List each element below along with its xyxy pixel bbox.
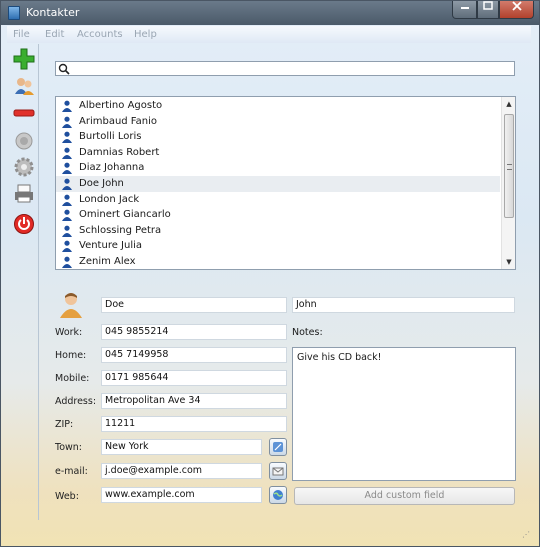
- last-name-field[interactable]: Doe: [101, 297, 287, 313]
- minimize-icon: [460, 7, 469, 9]
- person-icon: [61, 178, 73, 190]
- address-field[interactable]: Metropolitan Ave 34: [101, 393, 287, 409]
- globe-icon: [273, 490, 283, 500]
- person-icon: [61, 209, 73, 222]
- notes-field[interactable]: Give his CD back!: [292, 347, 516, 481]
- minimize-button[interactable]: [452, 1, 477, 19]
- contact-list-item[interactable]: Schlossing Petra: [56, 223, 500, 239]
- person-icon: [61, 194, 73, 206]
- add-custom-field-button[interactable]: Add custom field: [294, 487, 515, 505]
- person-icon: [61, 225, 73, 237]
- settings-button[interactable]: [13, 156, 35, 178]
- contact-list-item[interactable]: Albertino Agosto: [56, 98, 500, 114]
- scrollbar[interactable]: ▲ ▼: [501, 97, 515, 269]
- mobile-phone-field[interactable]: 0171 985644: [101, 370, 287, 386]
- contact-name: London Jack: [79, 193, 140, 205]
- envelope-icon: [272, 467, 284, 476]
- home-phone-field[interactable]: 045 7149958: [101, 347, 287, 363]
- work-phone-field[interactable]: 045 9855214: [101, 324, 287, 340]
- add-contact-icon: [13, 48, 35, 70]
- contact-avatar: [60, 293, 82, 318]
- person-icon: [61, 131, 73, 144]
- person-icon: [61, 240, 73, 253]
- contacts-button[interactable]: [13, 75, 35, 97]
- email-label: e-mail:: [55, 466, 88, 477]
- contact-name: Albertino Agosto: [79, 100, 163, 111]
- maximize-icon: [483, 1, 493, 10]
- contact-name: Damnias Robert: [79, 146, 160, 158]
- scroll-thumb[interactable]: [504, 114, 514, 218]
- menu-file[interactable]: File: [13, 29, 30, 40]
- town-field[interactable]: New York: [101, 439, 262, 455]
- print-button[interactable]: [13, 183, 35, 205]
- toolbar: [7, 44, 39, 520]
- menu-accounts[interactable]: Accounts: [77, 29, 123, 40]
- zip-field[interactable]: 11211: [101, 416, 287, 432]
- address-label: Address:: [55, 396, 97, 407]
- contact-list-item[interactable]: Ominert Giancarlo: [56, 207, 500, 223]
- person-icon: [61, 256, 73, 268]
- maximize-button[interactable]: [477, 1, 499, 19]
- contact-name: Arimbaud Fanio: [79, 115, 158, 127]
- map-icon: [273, 442, 283, 452]
- contact-name: Doe John: [79, 178, 124, 189]
- menu-edit[interactable]: Edit: [45, 29, 64, 40]
- close-button[interactable]: [499, 1, 534, 19]
- contact-list-item[interactable]: Burtolli Loris: [56, 129, 500, 145]
- add-contact-button[interactable]: [13, 48, 35, 70]
- contact-list-item[interactable]: Damnias Robert: [56, 145, 500, 161]
- notes-label: Notes:: [292, 327, 323, 338]
- contacts-window: Kontakter File Edit Accounts Help Albert…: [0, 0, 540, 547]
- web-field[interactable]: www.example.com: [101, 487, 262, 503]
- resize-grip[interactable]: ⋰: [522, 530, 534, 542]
- contact-list-item[interactable]: Arimbaud Fanio: [56, 114, 500, 130]
- scroll-down-button[interactable]: ▼: [502, 255, 515, 269]
- contact-name: Schlossing Petra: [79, 224, 162, 236]
- search-icon: [58, 63, 70, 75]
- contact-list-item[interactable]: London Jack: [56, 192, 500, 208]
- person-icon: [61, 100, 73, 112]
- contact-name: Diaz Johanna: [79, 162, 145, 174]
- title-bar[interactable]: Kontakter: [1, 1, 539, 25]
- contact-name: Venture Julia: [79, 240, 143, 252]
- work-label: Work:: [55, 327, 83, 338]
- first-name-field[interactable]: John: [292, 297, 515, 313]
- contact-list-item[interactable]: Doe John: [56, 176, 500, 192]
- settings-icon: [14, 157, 34, 177]
- app-icon: [8, 6, 20, 20]
- contacts-icon: [15, 78, 34, 95]
- menu-help[interactable]: Help: [134, 29, 157, 40]
- search-input[interactable]: [55, 61, 515, 76]
- open-website-button[interactable]: [269, 486, 287, 504]
- web-label: Web:: [55, 491, 79, 502]
- disabled-icon: [15, 132, 33, 150]
- contact-list[interactable]: Albertino Agosto Arimbaud Fanio Burtolli L…: [55, 96, 516, 270]
- contact-name: Zenim Alex: [79, 256, 136, 267]
- disabled-tool-button[interactable]: [13, 130, 35, 152]
- person-icon: [61, 162, 73, 175]
- scroll-up-button[interactable]: ▲: [502, 97, 515, 111]
- power-icon: [14, 214, 34, 234]
- mobile-label: Mobile:: [55, 373, 90, 384]
- person-icon: [61, 116, 73, 128]
- send-email-button[interactable]: [269, 462, 287, 480]
- map-button[interactable]: [269, 438, 287, 456]
- town-label: Town:: [55, 442, 82, 453]
- person-icon: [61, 147, 73, 159]
- remove-contact-icon: [13, 109, 35, 117]
- zip-label: ZIP:: [55, 419, 74, 430]
- contact-list-item[interactable]: Diaz Johanna: [56, 160, 500, 176]
- window-title: Kontakter: [26, 6, 80, 19]
- contact-name: Burtolli Loris: [79, 131, 142, 143]
- home-label: Home:: [55, 350, 87, 361]
- quit-button[interactable]: [13, 213, 35, 235]
- email-field[interactable]: j.doe@example.com: [101, 463, 262, 479]
- close-icon: [511, 1, 522, 11]
- menu-bar: File Edit Accounts Help: [7, 26, 531, 43]
- contact-name: Ominert Giancarlo: [79, 209, 171, 221]
- contact-list-item[interactable]: Venture Julia: [56, 238, 500, 254]
- contact-list-item[interactable]: Zenim Alex: [56, 254, 500, 269]
- print-icon: [15, 184, 33, 203]
- remove-contact-button[interactable]: [13, 102, 35, 124]
